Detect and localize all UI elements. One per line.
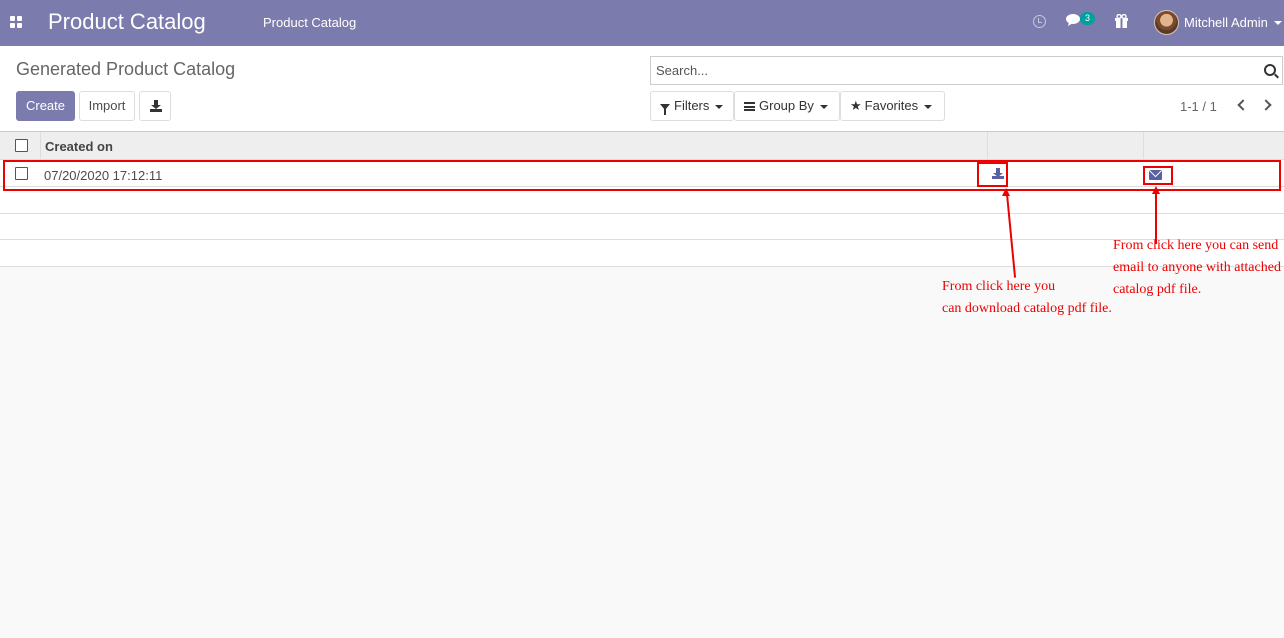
- user-name[interactable]: Mitchell Admin: [1184, 15, 1268, 30]
- list-view: Created on 07/20/2020 17:12:11: [0, 132, 1284, 267]
- favorites-label: Favorites: [864, 98, 919, 113]
- export-button[interactable]: [139, 91, 171, 121]
- create-button[interactable]: Create: [16, 91, 75, 121]
- filters-label: Filters: [674, 98, 710, 113]
- table-row-empty: [0, 188, 1284, 214]
- download-arrow-head: [1002, 188, 1010, 196]
- group-by-dropdown[interactable]: Group By: [734, 91, 840, 121]
- table-row-empty: [0, 214, 1284, 240]
- download-icon: [150, 100, 162, 112]
- email-highlight-box: [1143, 166, 1173, 185]
- app-title: Product Catalog: [48, 9, 206, 34]
- column-header-created-on[interactable]: Created on: [45, 139, 113, 154]
- caret-down-icon: [924, 104, 933, 109]
- select-all-checkbox[interactable]: [15, 139, 28, 152]
- messages-count-badge: 3: [1080, 12, 1095, 25]
- chevron-down-icon[interactable]: [1274, 21, 1282, 25]
- column-divider: [987, 132, 988, 160]
- pager-value[interactable]: 1-1 / 1: [1180, 99, 1217, 114]
- user-avatar[interactable]: [1154, 10, 1179, 35]
- search-input[interactable]: [651, 57, 1251, 84]
- star-icon: ★: [850, 98, 862, 113]
- column-divider: [1143, 132, 1144, 160]
- search-icon[interactable]: [1264, 64, 1276, 76]
- filters-dropdown[interactable]: Filters: [650, 91, 734, 121]
- clock-icon[interactable]: [1033, 15, 1046, 28]
- caret-down-icon: [715, 104, 724, 109]
- caret-down-icon: [819, 104, 828, 109]
- apps-icon[interactable]: [10, 16, 22, 28]
- email-annotation: From click here you can send email to an…: [1113, 238, 1281, 297]
- chevron-right-icon[interactable]: [1260, 99, 1272, 111]
- table-row-empty: [0, 240, 1284, 266]
- group-by-label: Group By: [759, 98, 814, 113]
- search-bar: [650, 56, 1283, 85]
- chevron-left-icon[interactable]: [1237, 99, 1249, 111]
- control-panel: Generated Product Catalog Create Import …: [0, 46, 1284, 132]
- filter-icon: [660, 103, 670, 115]
- import-button[interactable]: Import: [79, 91, 135, 121]
- favorites-dropdown[interactable]: ★ Favorites: [840, 91, 945, 121]
- download-highlight-box: [977, 162, 1008, 187]
- table-header: Created on: [0, 132, 1284, 160]
- list-icon: [744, 102, 755, 112]
- top-navbar: Product Catalog Product Catalog 3 Mitche…: [0, 0, 1284, 46]
- download-annotation: From click here you can download catalog…: [942, 279, 1112, 316]
- email-arrow-head: [1152, 186, 1160, 194]
- row-highlight-box: [3, 160, 1281, 191]
- breadcrumb: Generated Product Catalog: [16, 59, 236, 79]
- gift-icon[interactable]: [1115, 14, 1128, 28]
- menu-product-catalog[interactable]: Product Catalog: [263, 15, 356, 30]
